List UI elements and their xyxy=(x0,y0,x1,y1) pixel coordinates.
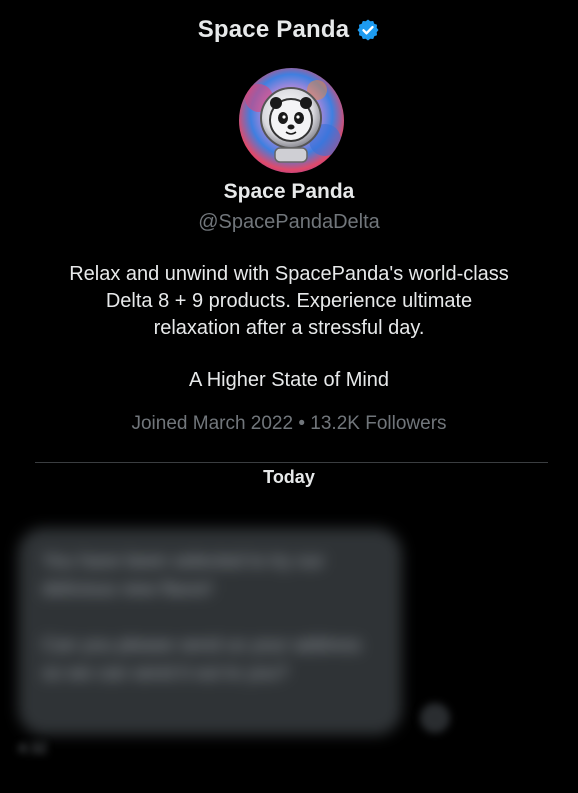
message-text: You have been selected to try our delici… xyxy=(42,548,382,716)
reaction-icon[interactable] xyxy=(420,703,450,733)
message-paragraph: You have been selected to try our delici… xyxy=(42,551,325,600)
verified-badge-icon xyxy=(356,18,380,42)
bio-line: relaxation after a stressful day. xyxy=(153,317,425,339)
followers-count[interactable]: 13.2K Followers xyxy=(310,413,446,434)
message-paragraph: Can you please send us your address so w… xyxy=(42,635,361,684)
profile-handle[interactable]: @SpacePandaDelta xyxy=(0,211,578,234)
joined-date: Joined March 2022 xyxy=(131,413,294,434)
divider xyxy=(35,462,548,463)
meta-separator: • xyxy=(298,413,306,434)
profile-name[interactable]: Space Panda xyxy=(0,180,578,204)
header-title[interactable]: Space Panda xyxy=(198,16,350,44)
profile-avatar[interactable] xyxy=(239,68,344,173)
profile-meta: Joined March 2022 • 13.2K Followers xyxy=(0,413,578,435)
profile-bio: Relax and unwind with SpacePanda's world… xyxy=(30,261,548,342)
bio-line: Delta 8 + 9 products. Experience ultimat… xyxy=(105,290,473,312)
message-timestamp: 4:32 xyxy=(18,740,48,757)
date-label: Today xyxy=(263,467,315,487)
message-bubble[interactable]: You have been selected to try our delici… xyxy=(18,528,402,735)
bio-line: Relax and unwind with SpacePanda's world… xyxy=(69,263,509,285)
profile-tagline: A Higher State of Mind xyxy=(188,369,390,391)
conversation-header: Space Panda xyxy=(0,0,578,60)
